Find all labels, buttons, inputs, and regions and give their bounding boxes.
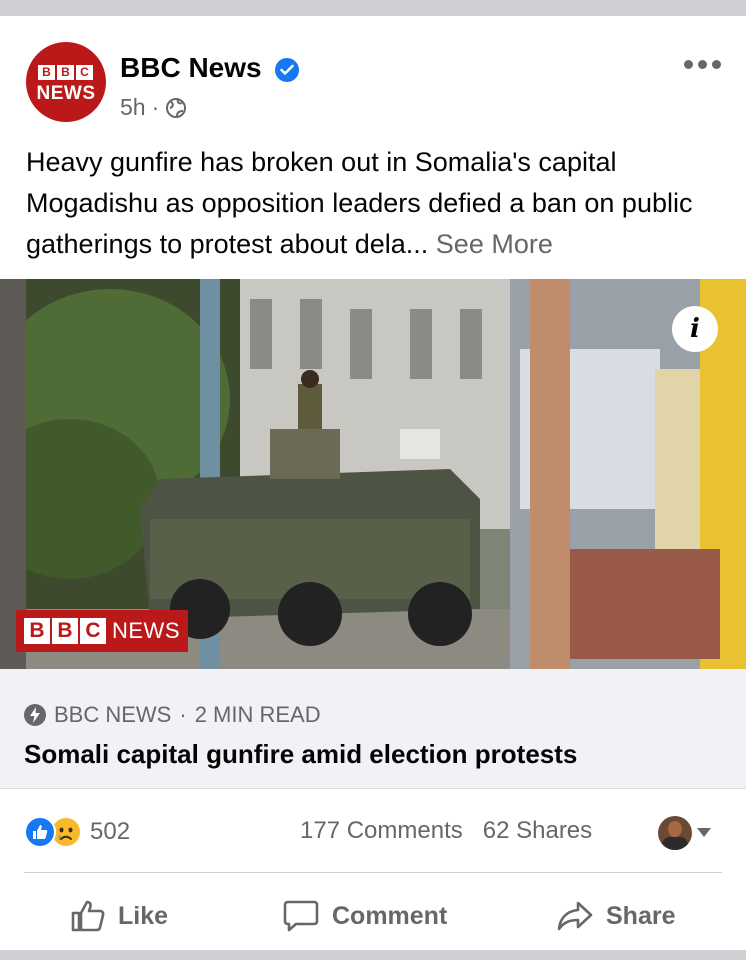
- chevron-down-icon[interactable]: [697, 828, 711, 837]
- page-avatar[interactable]: B B C NEWS: [26, 42, 106, 122]
- reaction-count: 502: [90, 818, 131, 845]
- logo-news-text: NEWS: [36, 83, 96, 104]
- comments-count[interactable]: 177 Comments: [300, 817, 463, 845]
- caption-text: Heavy gunfire has broken out in Somalia'…: [26, 147, 693, 259]
- shares-count[interactable]: 62 Shares: [483, 817, 592, 845]
- divider: [24, 872, 722, 873]
- post-image[interactable]: i B B C NEWS: [0, 279, 746, 669]
- post-meta: 5h ·: [120, 94, 187, 121]
- share-arrow-icon: [557, 901, 593, 931]
- feed-post: B B C NEWS BBC News 5h · Heavy gunfire h…: [0, 16, 746, 950]
- meta-separator: ·: [151, 94, 160, 120]
- like-label: Like: [118, 901, 169, 930]
- watermark-block: B: [52, 618, 78, 644]
- reactions-summary[interactable]: 502: [24, 816, 130, 848]
- watermark-block: C: [80, 618, 106, 644]
- globe-icon: [166, 97, 187, 118]
- comment-button[interactable]: Comment: [282, 896, 447, 936]
- lightning-icon: [24, 704, 46, 726]
- link-source-name: BBC NEWS: [54, 702, 172, 727]
- more-options-icon[interactable]: [684, 60, 721, 69]
- like-button[interactable]: Like: [70, 896, 168, 936]
- comment-label: Comment: [332, 901, 448, 930]
- link-separator: ·: [179, 702, 187, 727]
- viewer-avatar[interactable]: [658, 816, 692, 850]
- post-caption: Heavy gunfire has broken out in Somalia'…: [26, 142, 726, 265]
- logo-block: C: [76, 65, 93, 80]
- link-title[interactable]: Somali capital gunfire amid election pro…: [24, 739, 577, 770]
- info-icon[interactable]: i: [672, 306, 718, 352]
- verified-badge-icon: [275, 58, 299, 82]
- engagement-counts: 177 Comments 62 Shares: [300, 817, 592, 845]
- logo-block: B: [57, 65, 74, 80]
- watermark-block: B: [24, 618, 50, 644]
- speech-bubble-icon: [283, 900, 319, 932]
- share-label: Share: [606, 901, 676, 930]
- feed-gap-top: [0, 0, 746, 16]
- feed-gap-bottom: [0, 950, 746, 960]
- thumbs-up-icon: [24, 816, 56, 848]
- bbc-logo-blocks: B B C: [38, 65, 93, 80]
- bbc-watermark: B B C NEWS: [16, 610, 188, 652]
- post-timestamp[interactable]: 5h: [120, 94, 146, 121]
- link-preview[interactable]: BBC NEWS · 2 MIN READ Somali capital gun…: [0, 669, 746, 789]
- watermark-text: NEWS: [112, 618, 180, 643]
- page-name-link[interactable]: BBC News: [120, 52, 262, 84]
- see-more-link[interactable]: See More: [436, 229, 553, 259]
- logo-block: B: [38, 65, 55, 80]
- share-button[interactable]: Share: [556, 896, 675, 936]
- thumbs-up-icon: [71, 900, 105, 932]
- link-source: BBC NEWS · 2 MIN READ: [24, 702, 321, 728]
- link-read-time: 2 MIN READ: [194, 702, 321, 727]
